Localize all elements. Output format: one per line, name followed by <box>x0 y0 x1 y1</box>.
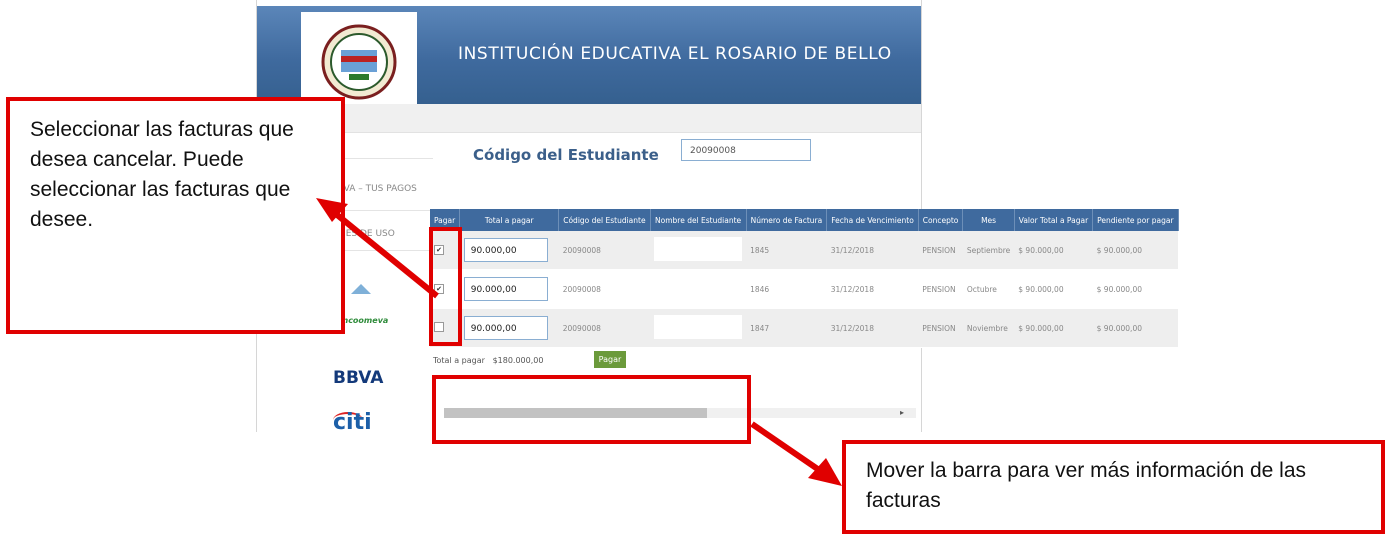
arrow-to-callout-right <box>750 421 842 486</box>
arrow-to-callout-left <box>316 198 439 299</box>
annotation-arrows <box>316 198 842 486</box>
